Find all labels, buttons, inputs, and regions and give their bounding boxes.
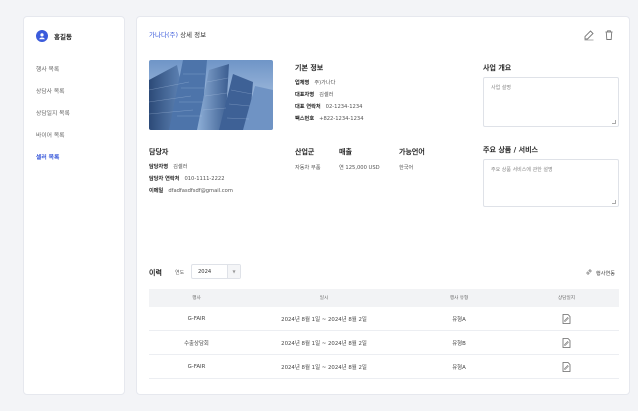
date-cell: 2024년 8월 1일 ~ 2024년 8월 2일	[281, 340, 367, 347]
basic-info-title: 기본 정보	[295, 64, 324, 72]
field-label: 업체명	[295, 80, 310, 86]
industry-title: 산업군	[295, 148, 315, 156]
field-email: 이메일 dfadfasdfsdf@gmail.com	[149, 187, 233, 194]
type-cell: 유형A	[452, 364, 466, 371]
manager-title: 담당자	[149, 148, 169, 156]
type-cell: 유형A	[452, 316, 466, 323]
event-link-label: 행사연동	[595, 270, 615, 277]
language-value: 한국어	[399, 165, 414, 171]
sidebar-item-consult-logs[interactable]: 상담일지 목록	[36, 108, 70, 130]
field-fax: 팩스번호 +822-1234-1234	[295, 115, 364, 122]
link-icon	[585, 268, 593, 278]
field-company: 업체명 주)가나다	[295, 79, 335, 86]
history-table: 행사 일시 행사 유형 상담일지 G-FAIR 2024년 8월 1일 ~ 20…	[149, 289, 619, 379]
trash-icon[interactable]	[603, 26, 615, 40]
year-label: 연도	[175, 270, 185, 276]
document-icon[interactable]	[562, 313, 571, 324]
page-title-suffix: 상세 정보	[178, 31, 207, 39]
field-label: 담당자 연락처	[149, 176, 180, 182]
industry-value: 자동차 부품	[295, 165, 321, 171]
chevron-down-icon[interactable]: ▼	[227, 265, 240, 278]
date-cell: 2024년 8월 1일 ~ 2024년 8월 2일	[281, 316, 367, 323]
year-select[interactable]: 2024 ▼	[191, 264, 241, 279]
products-textarea[interactable]: 주요 상품 서비스에 관한 설명	[483, 159, 619, 207]
type-cell: 유형B	[452, 340, 466, 347]
column-header: 행사	[192, 296, 201, 301]
field-value: 02-1234-1234	[325, 104, 363, 110]
sidebar: 홍길동 행사 목록 상담사 목록 상담일지 목록 바이어 목록 셀러 목록	[23, 16, 125, 395]
page-title: 가나다(주) 상세 정보	[149, 29, 206, 39]
column-header: 일시	[319, 296, 329, 301]
consult-log-cell	[514, 307, 619, 330]
consult-log-cell	[514, 331, 619, 354]
event-cell: G-FAIR	[187, 363, 206, 370]
sidebar-item-buyers[interactable]: 바이어 목록	[36, 130, 70, 152]
products-title: 주요 상품 / 서비스	[483, 146, 538, 154]
field-label: 팩스번호	[295, 116, 315, 122]
event-link-button[interactable]: 행사연동	[585, 268, 615, 278]
document-icon[interactable]	[562, 361, 571, 372]
edit-icon[interactable]	[583, 26, 595, 41]
field-ceo: 대표자명 김셀러	[295, 91, 333, 98]
field-label: 이메일	[149, 188, 164, 194]
sidebar-item-sellers[interactable]: 셀러 목록	[36, 152, 70, 174]
table-header: 행사 일시 행사 유형 상담일지	[149, 289, 619, 307]
sales-value: 연 125,000 USD	[339, 165, 380, 171]
sidebar-item-counselors[interactable]: 상담사 목록	[36, 86, 70, 108]
products-placeholder: 주요 상품 서비스에 관한 설명	[491, 167, 553, 173]
table-row[interactable]: G-FAIR 2024년 8월 1일 ~ 2024년 8월 2일 유형A	[149, 307, 619, 331]
sidebar-nav: 행사 목록 상담사 목록 상담일지 목록 바이어 목록 셀러 목록	[36, 64, 70, 174]
company-photo	[149, 60, 273, 130]
user-profile[interactable]: 홍길동	[36, 30, 72, 42]
field-phone: 대표 연락처 02-1234-1234	[295, 103, 362, 110]
table-row[interactable]: 수출상담회 2024년 8월 1일 ~ 2024년 8월 2일 유형B	[149, 331, 619, 355]
sales-title: 매출	[339, 148, 352, 156]
column-header: 행사 유형	[449, 296, 469, 301]
business-textarea[interactable]: 사업 설명	[483, 77, 619, 127]
event-cell: 수출상담회	[184, 340, 209, 347]
table-row[interactable]: G-FAIR 2024년 8월 1일 ~ 2024년 8월 2일 유형A	[149, 355, 619, 379]
field-value: 주)가나다	[314, 80, 336, 86]
resize-handle[interactable]	[612, 120, 616, 124]
year-value: 2024	[198, 269, 212, 275]
field-label: 대표 연락처	[295, 104, 321, 110]
field-label: 담당자명	[149, 164, 169, 170]
business-title: 사업 개요	[483, 64, 512, 72]
date-cell: 2024년 8월 1일 ~ 2024년 8월 2일	[281, 364, 367, 371]
company-name: 가나다(주)	[149, 31, 178, 39]
sidebar-item-events[interactable]: 행사 목록	[36, 64, 70, 86]
field-value: dfadfasdfsdf@gmail.com	[168, 188, 233, 194]
field-value: 김셀러	[319, 92, 334, 98]
field-value: +822-1234-1234	[319, 116, 364, 122]
event-cell: G-FAIR	[187, 315, 206, 322]
business-placeholder: 사업 설명	[491, 85, 511, 91]
field-manager-name: 담당자명 김셀러	[149, 163, 187, 170]
field-value: 김셀러	[173, 164, 188, 170]
user-name: 홍길동	[54, 33, 72, 41]
toolbar	[583, 26, 615, 41]
field-value: 010-1111-2222	[184, 176, 225, 182]
document-icon[interactable]	[562, 337, 571, 348]
detail-panel: 가나다(주) 상세 정보 기본 정보 업체명 주)가나다 대표자명 김셀러 대표…	[136, 16, 630, 395]
resize-handle[interactable]	[612, 200, 616, 204]
history-title: 이력	[149, 269, 162, 277]
column-header: 상담일지	[558, 296, 575, 301]
language-title: 가능언어	[399, 148, 425, 156]
consult-log-cell	[514, 355, 619, 378]
field-manager-phone: 담당자 연락처 010-1111-2222	[149, 175, 225, 182]
user-icon	[36, 30, 48, 42]
field-label: 대표자명	[295, 92, 315, 98]
